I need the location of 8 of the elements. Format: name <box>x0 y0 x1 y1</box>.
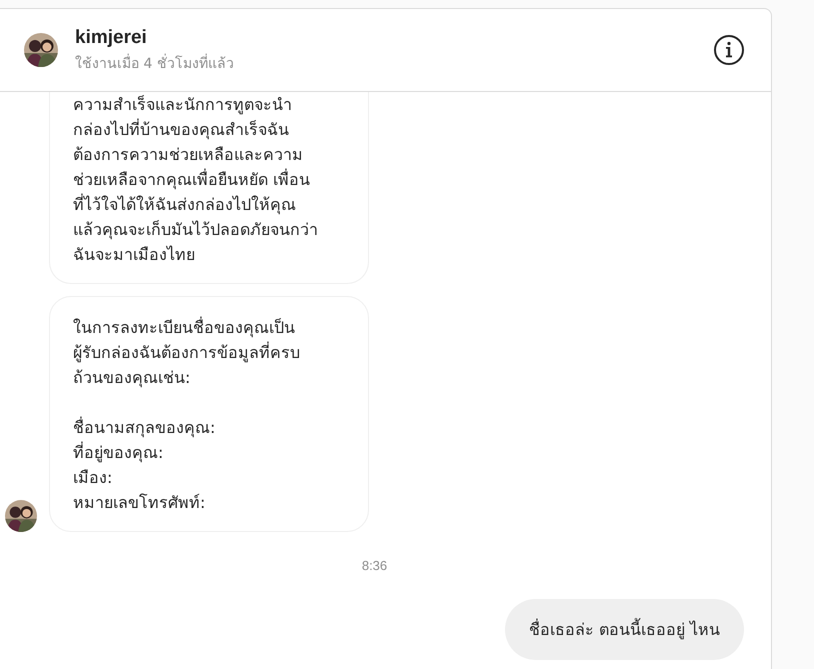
message-bubble: ชื่อเธอล่ะ ตอนนี้เธออยู่ ไหน <box>504 599 744 660</box>
activity-status: ใช้งานเมื่อ 4 ชั่วโมงที่แล้ว <box>75 52 234 74</box>
contact-name: kimjerei <box>75 26 147 48</box>
timestamp: 8:36 <box>362 558 388 573</box>
message-bubble: ความสำเร็จและนักการทูตจะนำ กล่องไปที่บ้านของคุณสำเร็จฉัน ต้องการความช่วยเหลือและความ ช่วยเหลือจากคุณเพื่อยืนหยัด เพื่อน ที่ไว้ใจได้ให้ฉันส่งกล่องไปให้คุณ แล้วคุณจะเก็บมันไว้ปลอดภัยจนกว่า ฉันจะมาเมืองไทย <box>49 92 369 284</box>
info-icon[interactable] <box>713 34 745 66</box>
avatar <box>24 33 58 67</box>
message-bubble: ในการลงทะเบียนชื่อของคุณเป็น ผู้รับกล่องฉันต้องการข้อมูลที่ครบ ถ้วนของคุณเช่น: ชื่อนามสกุลของคุณ: ที่อยู่ของคุณ: เมือง: หมายเลขโทรศัพท์: <box>49 296 369 532</box>
